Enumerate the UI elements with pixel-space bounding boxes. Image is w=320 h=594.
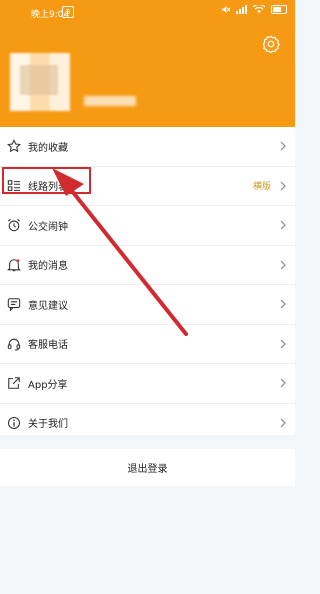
menu-item-about-us[interactable]: 关于我们 <box>0 404 295 443</box>
logout-button[interactable]: 退出登录 <box>0 449 295 486</box>
menu-item-label: 我的消息 <box>28 261 68 273</box>
chevron-right-icon <box>280 339 286 349</box>
menu-item-favorites[interactable]: 我的收藏 <box>0 127 295 167</box>
annotation-highlight-box <box>2 167 91 194</box>
star-icon <box>7 139 21 153</box>
menu-item-customer-service[interactable]: 客服电话 <box>0 325 295 364</box>
menu-item-label: 我的收藏 <box>28 142 68 154</box>
chevron-right-icon <box>280 260 286 270</box>
mute-icon <box>221 5 230 14</box>
menu-item-label: 客服电话 <box>28 340 68 352</box>
alarm-clock-icon <box>7 219 21 232</box>
username <box>84 96 136 106</box>
menu-item-label: 意见建议 <box>28 300 68 312</box>
share-icon <box>8 377 20 390</box>
logout-label: 退出登录 <box>127 464 168 475</box>
chevron-right-icon <box>280 299 286 309</box>
chevron-right-icon <box>280 378 286 388</box>
wifi-icon <box>253 5 265 13</box>
chevron-right-icon <box>280 220 286 230</box>
menu-item-feedback[interactable]: 意见建议 <box>0 285 295 325</box>
chevron-right-icon <box>280 141 286 151</box>
signal-icon <box>236 5 247 14</box>
chevron-right-icon <box>280 418 286 428</box>
layout-mode-label: 横版 <box>252 182 271 193</box>
status-bar: 晚上9:04 3 <box>0 0 295 22</box>
status-icons <box>221 5 287 14</box>
menu-item-label: 公交闹钟 <box>28 221 68 233</box>
bell-icon <box>7 258 21 271</box>
menu-item-messages[interactable]: 我的消息 <box>0 246 295 285</box>
headset-icon <box>7 338 21 351</box>
info-icon <box>7 416 21 429</box>
menu-item-app-share[interactable]: App分享 <box>0 364 295 404</box>
avatar[interactable] <box>10 53 70 111</box>
settings-icon[interactable] <box>262 35 280 53</box>
battery-icon <box>271 5 287 14</box>
menu-item-bus-alarm[interactable]: 公交闹钟 <box>0 206 295 246</box>
profile-header: 晚上9:04 3 <box>0 0 295 127</box>
chevron-right-icon <box>280 181 286 191</box>
feedback-icon <box>7 298 21 312</box>
menu-item-label: App分享 <box>28 379 68 391</box>
menu-item-label: 关于我们 <box>28 419 68 431</box>
notification-badge: 3 <box>62 6 74 18</box>
